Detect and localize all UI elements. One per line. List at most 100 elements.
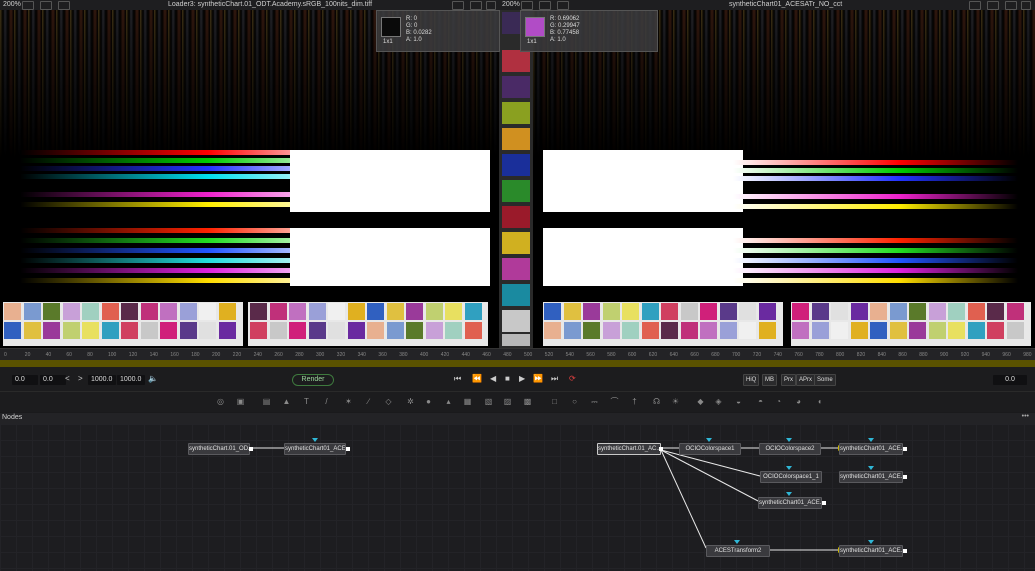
fog-icon[interactable]: ◖	[815, 397, 824, 406]
merge3d-icon[interactable]: ◈	[714, 397, 723, 406]
aprx-button[interactable]: APrx	[796, 374, 816, 386]
shape3d-icon[interactable]: ◆	[696, 397, 705, 406]
chart-color-swatch	[758, 322, 776, 339]
color-correct-icon[interactable]: ✲	[406, 397, 415, 406]
merge-icon[interactable]: ▣	[236, 397, 245, 406]
go-to-end-icon[interactable]: ⏭	[551, 374, 558, 384]
render-end-field[interactable]: 1000.0	[88, 375, 116, 385]
timeline-bar[interactable]	[0, 360, 1035, 367]
viewer-option-icon[interactable]	[58, 1, 70, 10]
go-to-start-icon[interactable]: ⏮	[454, 374, 461, 384]
mask-icon[interactable]: ∕	[364, 397, 373, 406]
blur-icon[interactable]: ●	[424, 397, 433, 406]
viewer-option-icon[interactable]	[486, 1, 496, 10]
transform-icon[interactable]: ◎	[216, 397, 225, 406]
viewer-option-icon[interactable]	[1005, 1, 1017, 10]
saver-icon[interactable]: ▨	[503, 397, 512, 406]
chevron-right-icon[interactable]: >	[78, 374, 83, 383]
left-zoom-level[interactable]: 200%	[3, 0, 21, 10]
chart-color-swatch	[811, 322, 829, 339]
render-button[interactable]: Render	[292, 374, 334, 386]
node-output-pin[interactable]	[659, 447, 663, 451]
polygon-icon[interactable]: □	[550, 397, 559, 406]
viewer-option-icon[interactable]	[1021, 1, 1031, 10]
viewer-option-icon[interactable]	[470, 1, 482, 10]
loop-icon[interactable]: ⟳	[569, 374, 576, 383]
node-ocio-colorspace1[interactable]: OCIOColorspace1	[679, 443, 741, 455]
ellipse-icon[interactable]: ○	[570, 397, 579, 406]
fusion-icon[interactable]: ▩	[523, 397, 532, 406]
stop-icon[interactable]: ■	[505, 374, 510, 383]
drop-icon[interactable]: ▴	[444, 397, 453, 406]
node-graph[interactable]: syntheticChart.01_OD... syntheticChart01…	[0, 424, 1035, 571]
node-saver-5[interactable]: syntheticChart01_ACE...	[839, 545, 903, 557]
node-output-pin[interactable]	[822, 501, 826, 505]
render3d-icon[interactable]: ◒	[734, 397, 743, 406]
camera-icon[interactable]: ☊	[652, 397, 661, 406]
white-block	[290, 228, 490, 286]
play-icon[interactable]: ▶	[519, 374, 525, 383]
node-aces-transform2[interactable]: ACESTransform2	[706, 545, 770, 557]
ruler-tick-label: 800	[836, 352, 845, 358]
render-start-field[interactable]: 0.0	[40, 375, 66, 385]
chart-color-swatch	[680, 303, 698, 320]
viewer-option-icon[interactable]	[452, 1, 464, 10]
some-button[interactable]: Some	[814, 374, 836, 386]
chart-color-swatch	[909, 303, 926, 320]
left-viewer-canvas[interactable]	[0, 10, 499, 348]
node-ocio-colorspace1-1[interactable]: OCIOColorspace1_1	[760, 471, 822, 483]
viewer-option-icon[interactable]	[521, 1, 533, 10]
node-saver-2[interactable]: syntheticChart01_ACE...	[839, 443, 903, 455]
speaker-icon[interactable]: 🔈	[148, 374, 158, 383]
mb-button[interactable]: MB	[762, 374, 777, 386]
chevron-left-icon[interactable]: <	[65, 374, 70, 383]
brush-icon[interactable]: /	[322, 397, 331, 406]
sphere-icon[interactable]: ◕	[794, 397, 803, 406]
viewer-option-icon[interactable]	[987, 1, 999, 10]
text-icon[interactable]: T	[302, 397, 311, 406]
viewer-option-icon[interactable]	[22, 1, 34, 10]
background-icon[interactable]: ▤	[262, 397, 271, 406]
viewer-option-icon[interactable]	[969, 1, 981, 10]
node-loader-aces[interactable]: syntheticChart.01_AC...	[597, 443, 661, 455]
global-start-field[interactable]: 0.0	[12, 375, 38, 385]
tracker-icon[interactable]: †	[630, 397, 639, 406]
image-plane-icon[interactable]: ◔	[774, 397, 783, 406]
right-zoom-level[interactable]: 200%	[502, 0, 520, 10]
play-reverse-icon[interactable]: ◀	[490, 374, 496, 383]
node-ocio-colorspace2[interactable]: OCIOColorspace2	[759, 443, 821, 455]
rectangle-icon[interactable]: ⎓	[590, 397, 599, 406]
light-icon[interactable]: ☀	[671, 397, 680, 406]
more-options-icon[interactable]: •••	[1022, 413, 1029, 420]
particle-icon[interactable]: ✶	[344, 397, 353, 406]
viewer-option-icon[interactable]	[557, 1, 569, 10]
channel-icon[interactable]: ▦	[463, 397, 472, 406]
hiq-button[interactable]: HiQ	[743, 374, 760, 386]
node-output-pin[interactable]	[249, 447, 253, 451]
node-saver-4[interactable]: syntheticChart01_ACE...	[758, 497, 822, 509]
step-forward-icon[interactable]: ⏩	[533, 374, 543, 383]
chart-color-swatch	[661, 303, 678, 320]
ruler-tick-label: 760	[794, 352, 803, 358]
viewer-option-icon[interactable]	[40, 1, 52, 10]
current-frame-field[interactable]: 0.0	[993, 375, 1027, 385]
node-loader-odt[interactable]: syntheticChart.01_OD...	[188, 443, 250, 455]
renderer-icon[interactable]: ◓	[756, 397, 765, 406]
node-output-pin[interactable]	[346, 447, 350, 451]
node-output-pin[interactable]	[903, 549, 907, 553]
bezier-icon[interactable]: ◇	[384, 397, 393, 406]
node-output-pin[interactable]	[903, 447, 907, 451]
paint-icon[interactable]: ▲	[282, 397, 291, 406]
prx-button[interactable]: Prx	[781, 374, 796, 386]
right-viewer-title: syntheticChart01_ACESATr_NO_cct	[729, 1, 843, 8]
bspline-icon[interactable]: ⌒	[610, 397, 619, 406]
right-viewer-canvas[interactable]	[533, 10, 1035, 348]
loader-icon[interactable]: ▧	[484, 397, 493, 406]
step-back-icon[interactable]: ⏪	[472, 374, 482, 383]
global-end-field[interactable]: 1000.0	[117, 375, 145, 385]
node-saver-1[interactable]: syntheticChart01_ACE...	[284, 443, 346, 455]
ruler-tick-label: 380	[399, 352, 408, 358]
node-saver-3[interactable]: syntheticChart01_ACE...	[839, 471, 903, 483]
viewer-option-icon[interactable]	[539, 1, 551, 10]
node-output-pin[interactable]	[903, 475, 907, 479]
